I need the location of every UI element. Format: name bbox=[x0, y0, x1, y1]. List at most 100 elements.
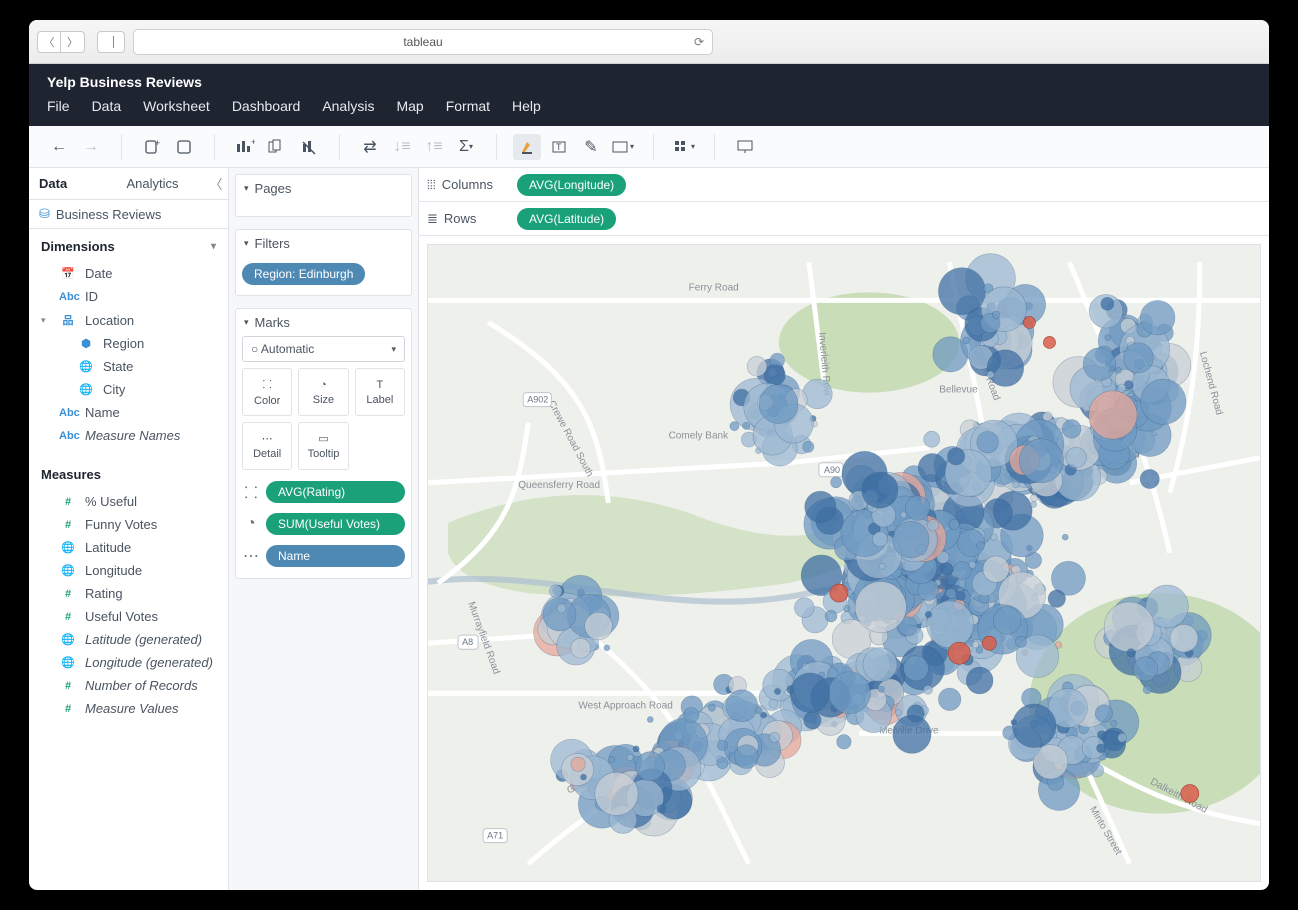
data-mark[interactable] bbox=[1013, 482, 1019, 488]
measure-field[interactable]: #% Useful bbox=[29, 490, 228, 513]
data-mark[interactable] bbox=[805, 491, 836, 522]
data-mark[interactable] bbox=[1030, 494, 1037, 501]
data-mark[interactable] bbox=[769, 699, 778, 708]
data-mark[interactable] bbox=[790, 673, 829, 712]
menu-format[interactable]: Format bbox=[446, 98, 490, 114]
marks-color-button[interactable]: ⸬Color bbox=[242, 368, 292, 416]
duplicate-sheet-button[interactable] bbox=[263, 134, 291, 160]
data-mark[interactable] bbox=[977, 431, 999, 453]
format-button[interactable]: ✎ bbox=[577, 134, 605, 160]
redo-button[interactable]: → bbox=[77, 134, 105, 160]
menu-data[interactable]: Data bbox=[92, 98, 122, 114]
data-mark[interactable] bbox=[585, 612, 613, 640]
data-mark[interactable] bbox=[1015, 636, 1026, 647]
data-mark[interactable] bbox=[966, 667, 993, 694]
data-mark[interactable] bbox=[940, 562, 952, 574]
data-mark[interactable] bbox=[608, 756, 614, 762]
data-mark[interactable] bbox=[647, 716, 653, 722]
browser-sidebar-toggle[interactable] bbox=[97, 31, 125, 53]
columns-shelf[interactable]: ⦙⦙⦙Columns AVG(Longitude) bbox=[419, 168, 1269, 202]
data-mark[interactable] bbox=[924, 431, 940, 447]
reload-icon[interactable]: ⟳ bbox=[694, 35, 704, 49]
data-mark[interactable] bbox=[831, 477, 842, 488]
data-mark[interactable] bbox=[903, 656, 928, 681]
data-mark[interactable] bbox=[804, 712, 821, 729]
data-mark[interactable] bbox=[1062, 420, 1081, 439]
browser-forward-button[interactable]: 〉 bbox=[61, 31, 85, 53]
menu-dashboard[interactable]: Dashboard bbox=[232, 98, 301, 114]
browser-address-bar[interactable]: tableau ⟳ bbox=[133, 29, 713, 55]
data-mark[interactable] bbox=[543, 598, 576, 631]
undo-button[interactable]: ← bbox=[45, 134, 73, 160]
dimension-field[interactable]: ⬢Region bbox=[29, 332, 228, 355]
data-mark[interactable] bbox=[993, 607, 1021, 635]
data-mark[interactable] bbox=[1118, 384, 1126, 392]
data-mark[interactable] bbox=[763, 669, 795, 701]
labels-button[interactable]: T bbox=[545, 134, 573, 160]
swap-button[interactable]: ⇄ bbox=[356, 134, 384, 160]
color-encoding-pill[interactable]: AVG(Rating) bbox=[266, 481, 405, 503]
menu-help[interactable]: Help bbox=[512, 98, 541, 114]
totals-button[interactable]: Σ▾ bbox=[452, 134, 480, 160]
data-mark[interactable] bbox=[878, 686, 884, 692]
data-mark[interactable] bbox=[717, 740, 727, 750]
data-mark[interactable] bbox=[636, 752, 665, 781]
data-mark[interactable] bbox=[947, 448, 964, 465]
new-datasource-button[interactable]: + bbox=[138, 134, 166, 160]
dimension-field[interactable]: 🌐City bbox=[29, 378, 228, 401]
pages-shelf[interactable]: ▾Pages bbox=[235, 174, 412, 217]
presentation-button[interactable] bbox=[731, 134, 759, 160]
data-mark[interactable] bbox=[953, 562, 971, 580]
datasource-item[interactable]: ⛁ Business Reviews bbox=[29, 200, 228, 229]
data-mark[interactable] bbox=[927, 601, 974, 648]
data-mark[interactable] bbox=[759, 384, 798, 423]
columns-pill[interactable]: AVG(Longitude) bbox=[517, 174, 626, 196]
data-mark[interactable] bbox=[1133, 657, 1157, 681]
sort-desc-button[interactable]: ↑≡ bbox=[420, 134, 448, 160]
data-mark[interactable] bbox=[949, 519, 959, 529]
data-mark[interactable] bbox=[1043, 336, 1055, 348]
data-mark[interactable] bbox=[1143, 685, 1152, 694]
data-mark[interactable] bbox=[927, 520, 938, 531]
data-mark[interactable] bbox=[1104, 602, 1154, 652]
filters-shelf[interactable]: ▾Filters Region: Edinburgh bbox=[235, 229, 412, 296]
dimension-field[interactable]: AbcName bbox=[29, 401, 228, 424]
data-mark[interactable] bbox=[977, 542, 985, 550]
data-mark[interactable] bbox=[1111, 720, 1117, 726]
data-mark[interactable] bbox=[893, 521, 929, 557]
data-mark[interactable] bbox=[872, 532, 887, 547]
data-mark[interactable] bbox=[855, 581, 906, 632]
data-mark[interactable] bbox=[1019, 439, 1063, 483]
measure-field[interactable]: #Useful Votes bbox=[29, 605, 228, 628]
data-mark[interactable] bbox=[1097, 744, 1106, 753]
data-mark[interactable] bbox=[993, 491, 1032, 530]
size-encoding-pill[interactable]: SUM(Useful Votes) bbox=[266, 513, 405, 535]
data-mark[interactable] bbox=[1140, 300, 1175, 335]
sort-asc-button[interactable]: ↓≡ bbox=[388, 134, 416, 160]
data-mark[interactable] bbox=[837, 735, 851, 749]
data-mark[interactable] bbox=[956, 591, 965, 600]
data-mark[interactable] bbox=[755, 707, 762, 714]
data-mark[interactable] bbox=[895, 710, 901, 716]
data-mark[interactable] bbox=[1083, 348, 1116, 381]
dimensions-menu-icon[interactable]: ▾ bbox=[211, 241, 216, 252]
marks-tooltip-button[interactable]: ▭Tooltip bbox=[298, 422, 348, 470]
dimension-field[interactable]: 📅Date bbox=[29, 262, 228, 285]
data-mark[interactable] bbox=[987, 350, 1024, 387]
data-mark[interactable] bbox=[633, 746, 639, 752]
data-mark[interactable] bbox=[803, 441, 814, 452]
measure-field[interactable]: 🌐Latitude (generated) bbox=[29, 628, 228, 651]
data-mark[interactable] bbox=[923, 685, 932, 694]
data-mark[interactable] bbox=[1066, 447, 1087, 468]
data-mark[interactable] bbox=[969, 561, 976, 568]
data-mark[interactable] bbox=[717, 758, 728, 769]
data-mark[interactable] bbox=[830, 584, 848, 602]
measure-field[interactable]: #Measure Values bbox=[29, 697, 228, 720]
measure-field[interactable]: 🌐Longitude bbox=[29, 559, 228, 582]
data-mark[interactable] bbox=[907, 705, 924, 722]
save-button[interactable] bbox=[170, 134, 198, 160]
data-mark[interactable] bbox=[549, 585, 562, 598]
data-mark[interactable] bbox=[761, 712, 767, 718]
menu-worksheet[interactable]: Worksheet bbox=[143, 98, 210, 114]
data-mark[interactable] bbox=[580, 774, 586, 780]
